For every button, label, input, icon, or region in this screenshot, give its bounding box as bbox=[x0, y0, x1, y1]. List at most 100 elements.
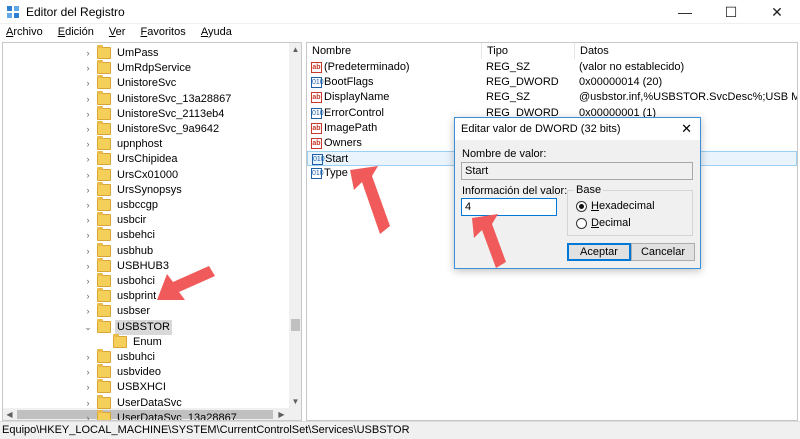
tree-item-label: usbprint bbox=[117, 290, 157, 303]
scroll-down-arrow-icon[interactable]: ▼ bbox=[289, 395, 301, 408]
tree-item[interactable]: › UrsSynopsys bbox=[83, 181, 289, 198]
tree-item-label: UmPass bbox=[117, 47, 159, 59]
expand-chevron-icon[interactable]: › bbox=[83, 168, 93, 183]
cancel-button[interactable]: Cancelar bbox=[631, 243, 695, 261]
radio-hexadecimal[interactable]: Hexadecimal bbox=[576, 200, 686, 214]
expand-chevron-icon[interactable]: › bbox=[83, 183, 93, 198]
expand-chevron-icon[interactable]: › bbox=[83, 92, 93, 107]
tree-item-label: usbehci bbox=[117, 229, 155, 242]
menu-ayuda[interactable]: Ayuda bbox=[195, 24, 238, 38]
scrollbar-corner bbox=[289, 408, 301, 420]
tree-item-label: usbccgp bbox=[117, 199, 158, 211]
dword-value-icon: 010 bbox=[311, 107, 324, 119]
tree-item[interactable]: › usbehci bbox=[83, 227, 289, 243]
ok-button[interactable]: Aceptar bbox=[567, 243, 631, 261]
tree-item[interactable]: Enum bbox=[99, 333, 289, 350]
maximize-icon[interactable]: ☐ bbox=[708, 0, 754, 24]
dialog-close-icon[interactable]: ✕ bbox=[681, 121, 692, 137]
expand-chevron-icon[interactable]: ⌄ bbox=[83, 320, 93, 335]
folder-icon bbox=[97, 212, 111, 227]
folder-icon bbox=[97, 303, 111, 318]
minimize-icon[interactable]: — bbox=[662, 0, 708, 24]
expand-chevron-icon[interactable]: › bbox=[83, 152, 93, 167]
status-bar-path: Equipo\HKEY_LOCAL_MACHINE\SYSTEM\Current… bbox=[0, 421, 800, 439]
tree-item-label: UrsChipidea bbox=[117, 153, 178, 166]
column-header-data[interactable]: Datos bbox=[575, 43, 797, 59]
expand-chevron-icon[interactable]: › bbox=[83, 380, 93, 395]
tree-item[interactable]: › UnistoreSvc_2113eb4 bbox=[83, 105, 289, 122]
value-type: REG_DWORD bbox=[486, 76, 559, 89]
expand-chevron-icon[interactable]: › bbox=[83, 274, 93, 289]
tree-item[interactable]: › USBXHCI bbox=[83, 379, 289, 395]
tree-item[interactable]: › UmRdpService bbox=[83, 60, 289, 76]
tree-item[interactable]: › usbhub bbox=[83, 242, 289, 259]
base-label: Base bbox=[574, 184, 604, 196]
radio-unselected-icon bbox=[576, 218, 587, 229]
menu-edicion[interactable]: Edición bbox=[52, 24, 100, 38]
tree-item[interactable]: › UrsCx01000 bbox=[83, 166, 289, 183]
expand-chevron-icon[interactable]: › bbox=[83, 46, 93, 61]
value-type: REG_SZ bbox=[486, 61, 531, 73]
expand-chevron-icon[interactable]: › bbox=[83, 365, 93, 380]
menu-bar: Archivo Edición Ver Favoritos Ayuda bbox=[0, 24, 800, 42]
folder-icon bbox=[97, 227, 111, 242]
tree-vertical-scrollbar[interactable]: ▲ ▼ bbox=[289, 43, 301, 408]
scroll-left-arrow-icon[interactable]: ◀ bbox=[3, 408, 16, 420]
tree-item[interactable]: › UserDataSvc_13a28867 bbox=[83, 409, 289, 420]
close-icon[interactable]: ✕ bbox=[754, 0, 800, 24]
key-tree[interactable]: ▲ ▼ ◀ ▶ › UmPass › UmRdpService › UnistoreSvc… bbox=[2, 42, 302, 421]
tree-item[interactable]: › UserDataSvc bbox=[83, 394, 289, 411]
value-name: ErrorControl bbox=[324, 106, 384, 119]
tree-item[interactable]: › UmPass bbox=[83, 45, 289, 61]
column-header-type[interactable]: Tipo bbox=[482, 43, 575, 59]
tree-item[interactable]: ⌄ USBSTOR bbox=[83, 318, 289, 335]
folder-icon bbox=[97, 394, 111, 409]
tree-item[interactable]: › UnistoreSvc bbox=[83, 75, 289, 91]
folder-icon bbox=[97, 60, 111, 75]
tree-item[interactable]: › usbcir bbox=[83, 212, 289, 228]
scroll-thumb[interactable] bbox=[291, 319, 300, 331]
scroll-up-arrow-icon[interactable]: ▲ bbox=[289, 43, 301, 56]
value-row[interactable]: ab (Predeterminado) REG_SZ (valor no establ… bbox=[307, 60, 797, 75]
value-row[interactable]: ab DisplayName REG_SZ @usbstor.inf,%USBSTOR… bbox=[307, 90, 797, 105]
expand-chevron-icon[interactable]: › bbox=[83, 411, 93, 420]
menu-ver[interactable]: Ver bbox=[103, 24, 132, 38]
expand-chevron-icon[interactable]: › bbox=[83, 61, 93, 76]
expand-chevron-icon[interactable]: › bbox=[83, 350, 93, 365]
expand-chevron-icon[interactable]: › bbox=[83, 198, 93, 213]
menu-archivo[interactable]: Archivo bbox=[0, 24, 49, 38]
radio-decimal[interactable]: Decimal bbox=[576, 217, 686, 231]
expand-chevron-icon[interactable]: › bbox=[83, 289, 93, 304]
expand-chevron-icon[interactable]: › bbox=[83, 228, 93, 243]
red-arrow-start bbox=[350, 166, 390, 234]
tree-item[interactable]: › usbvideo bbox=[83, 364, 289, 380]
expand-chevron-icon[interactable]: › bbox=[83, 76, 93, 91]
tree-item-label: UnistoreSvc_2113eb4 bbox=[117, 107, 225, 120]
tree-item[interactable]: › usbccgp bbox=[83, 197, 289, 213]
expand-chevron-icon[interactable]: › bbox=[83, 137, 93, 152]
expand-chevron-icon[interactable]: › bbox=[83, 244, 93, 259]
value-data-label: Información del valor: bbox=[462, 185, 568, 197]
radio-hexadecimal-label: Hexadecimal bbox=[591, 200, 655, 212]
dword-value-icon: 010 bbox=[311, 77, 324, 89]
column-header-name[interactable]: Nombre bbox=[307, 43, 482, 59]
expand-chevron-icon[interactable]: › bbox=[83, 107, 93, 122]
expand-chevron-icon[interactable]: › bbox=[83, 122, 93, 137]
folder-icon bbox=[97, 45, 111, 59]
folder-icon bbox=[97, 318, 111, 333]
expand-chevron-icon[interactable]: › bbox=[83, 213, 93, 228]
tree-item[interactable]: › usbser bbox=[83, 303, 289, 319]
tree-item[interactable]: › UnistoreSvc_9a9642 bbox=[83, 121, 289, 137]
expand-chevron-icon[interactable]: › bbox=[83, 304, 93, 319]
tree-item[interactable]: › UrsChipidea bbox=[83, 151, 289, 167]
expand-chevron-icon[interactable]: › bbox=[83, 396, 93, 411]
tree-item[interactable]: › upnphost bbox=[83, 136, 289, 152]
tree-item[interactable]: › usbuhci bbox=[83, 349, 289, 365]
value-row[interactable]: 010 BootFlags REG_DWORD 0x00000014 (20) bbox=[307, 75, 797, 90]
menu-favoritos[interactable]: Favoritos bbox=[134, 24, 191, 38]
tree-item[interactable]: › UnistoreSvc_13a28867 bbox=[83, 90, 289, 107]
expand-chevron-icon[interactable]: › bbox=[83, 259, 93, 274]
dword-value-icon: 010 bbox=[311, 168, 324, 180]
folder-icon bbox=[97, 105, 111, 120]
folder-icon bbox=[97, 409, 111, 420]
